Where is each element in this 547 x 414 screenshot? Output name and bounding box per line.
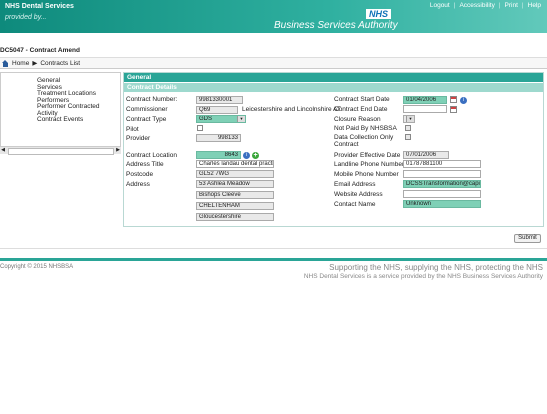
postcode-label: Postcode	[126, 171, 154, 178]
provided-by-text: NHS Dental Services is a service provide…	[303, 273, 543, 280]
info-icon[interactable]: i	[460, 97, 467, 104]
add-icon[interactable]: +	[252, 152, 259, 159]
support-slogan: Supporting the NHS, supplying the NHS, p…	[329, 263, 543, 272]
commissioner-name: Leicestershire and Lincolnshire AT	[242, 106, 341, 113]
org-name: Business Services Authority	[274, 20, 398, 31]
accessibility-link[interactable]: Accessibility	[459, 2, 494, 9]
breadcrumb-current[interactable]: Contracts List	[40, 60, 80, 67]
commissioner-label: Commissioner	[126, 106, 168, 113]
section-header-contract-details: Contract Details	[124, 83, 543, 92]
horizontal-scrollbar[interactable]: ◀ ▶	[0, 146, 121, 155]
contract-type-value: GDS	[199, 116, 213, 122]
landline-label: Landline Phone Number	[334, 161, 405, 168]
calendar-icon[interactable]	[450, 106, 457, 113]
address-line-3: CHELTENHAM	[196, 202, 274, 210]
email-field[interactable]: DCSSTransformation@capita	[403, 180, 481, 188]
landline-field[interactable]: 01787881100	[403, 160, 481, 168]
address-title-label: Address Title	[126, 161, 164, 168]
address-label: Address	[126, 181, 150, 188]
website-label: Website Address	[334, 191, 383, 198]
contract-number-label: Contract Number:	[126, 96, 178, 103]
pilot-checkbox[interactable]	[197, 125, 203, 131]
mobile-label: Mobile Phone Number	[334, 171, 399, 178]
closure-reason-select[interactable]: ▼	[403, 115, 415, 123]
email-label: Email Address	[334, 181, 376, 188]
submit-button[interactable]: Submit	[514, 234, 541, 243]
chevron-down-icon[interactable]: ▼	[237, 116, 245, 122]
not-paid-checkbox[interactable]	[405, 125, 411, 131]
copyright: Copyright © 2015 NHSBSA	[0, 264, 74, 270]
address-line-1: 53 Ashlea Meadow	[196, 180, 274, 188]
section-header-general: General	[124, 73, 543, 82]
nav-item-contract-events[interactable]: Contract Events	[19, 116, 120, 124]
start-date-field[interactable]: 01/04/2006	[403, 96, 447, 104]
divider	[0, 248, 547, 249]
contract-type-label: Contract Type	[126, 116, 167, 123]
provider-effective-label: Provider Effective Date	[334, 152, 401, 159]
help-link[interactable]: Help	[528, 2, 541, 9]
data-collection-checkbox[interactable]	[405, 134, 411, 140]
postcode-field: GL52 7WG	[196, 170, 274, 178]
end-date-label: Contract End Date	[334, 106, 388, 113]
breadcrumb-home[interactable]: Home	[12, 60, 29, 67]
top-links: Logout | Accessibility | Print | Help	[429, 2, 541, 9]
contract-location-field[interactable]: 8643	[196, 151, 241, 159]
breadcrumb: Home ▶ Contracts List	[0, 57, 547, 69]
breadcrumb-arrow-icon: ▶	[32, 60, 38, 67]
nhs-logo: NHS	[366, 9, 392, 19]
chevron-down-icon[interactable]: ▼	[406, 116, 414, 122]
logout-link[interactable]: Logout	[430, 2, 450, 9]
pilot-label: Pilot	[126, 126, 139, 133]
contract-location-label: Contract Location	[126, 152, 177, 159]
tagline: provided by...	[5, 14, 47, 21]
address-line-4: Gloucestershire	[196, 213, 274, 221]
address-line-2: Bishops Cleeve	[196, 191, 274, 199]
closure-reason-label: Closure Reason	[334, 116, 381, 123]
address-title-field[interactable]: Charles landau dental practice	[196, 160, 274, 168]
footer-bar	[0, 258, 547, 261]
contract-panel: General Contract Details Contract Number…	[123, 72, 544, 227]
mobile-field[interactable]	[403, 170, 481, 178]
home-icon[interactable]	[2, 59, 9, 67]
calendar-icon[interactable]	[450, 96, 457, 103]
brand-name: NHS Dental Services	[5, 3, 74, 10]
page-title: DC5047 - Contract Amend	[0, 47, 80, 54]
scroll-right-icon[interactable]: ▶	[115, 147, 121, 154]
print-link[interactable]: Print	[505, 2, 518, 9]
scroll-left-icon[interactable]: ◀	[0, 147, 6, 154]
start-date-label: Contract Start Date	[334, 96, 390, 103]
provider-label: Provider	[126, 135, 151, 142]
contact-name-label: Contact Name	[334, 201, 376, 208]
header-banner: NHS Dental Services provided by... Logou…	[0, 0, 547, 33]
data-collection-label: Data Collection Only Contract	[334, 134, 394, 148]
website-field[interactable]	[403, 190, 481, 198]
scroll-thumb[interactable]	[8, 148, 114, 155]
end-date-field[interactable]	[403, 105, 447, 113]
not-paid-label: Not Paid By NHSBSA	[334, 125, 397, 132]
commissioner-code-field: Q69	[196, 106, 238, 114]
info-icon[interactable]: i	[243, 152, 250, 159]
provider-field: 998133	[196, 134, 241, 142]
provider-effective-field: 07/01/2006	[403, 151, 449, 159]
contact-name-field[interactable]: Unknown	[403, 200, 481, 208]
contract-type-select[interactable]: GDS ▼	[196, 115, 246, 123]
left-nav: General Services Treatment Locations Per…	[0, 72, 121, 154]
contract-number-field: 9981330001	[196, 96, 243, 104]
